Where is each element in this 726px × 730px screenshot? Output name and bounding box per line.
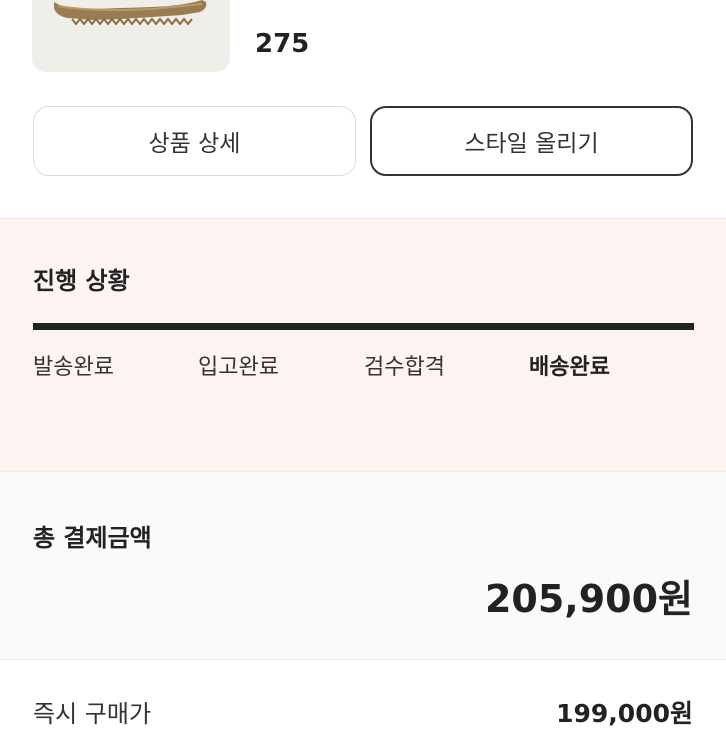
- upload-style-label: 스타일 올리기: [464, 131, 599, 157]
- price-detail-row: 즉시 구매가 199,000원: [0, 660, 726, 728]
- product-thumbnail[interactable]: [32, 0, 230, 72]
- product-detail-button[interactable]: 상품 상세: [33, 106, 356, 176]
- product-image-icon: [54, 0, 207, 26]
- payment-total-amount: 205,900원: [484, 577, 693, 621]
- progress-step-received: 입고완료: [198, 355, 279, 380]
- progress-step-delivered: 배송완료: [529, 355, 610, 380]
- instant-buy-price-value: 199,000원: [556, 699, 693, 728]
- product-detail-label: 상품 상세: [148, 131, 241, 157]
- payment-section: 총 결제금액 205,900원: [0, 471, 726, 660]
- progress-bar: [33, 323, 694, 330]
- upload-style-button[interactable]: 스타일 올리기: [370, 106, 693, 176]
- instant-buy-price-label: 즉시 구매가: [33, 700, 152, 728]
- progress-step-shipped: 발송완료: [33, 355, 114, 380]
- progress-section: 진행 상황 발송완료 입고완료 검수합격 배송완료: [0, 218, 726, 471]
- progress-step-inspection-passed: 검수합격: [364, 355, 445, 380]
- payment-title: 총 결제금액: [33, 524, 152, 552]
- progress-title: 진행 상황: [33, 267, 130, 295]
- product-size: 275: [255, 29, 310, 59]
- product-section: 275 상품 상세 스타일 올리기: [0, 0, 726, 218]
